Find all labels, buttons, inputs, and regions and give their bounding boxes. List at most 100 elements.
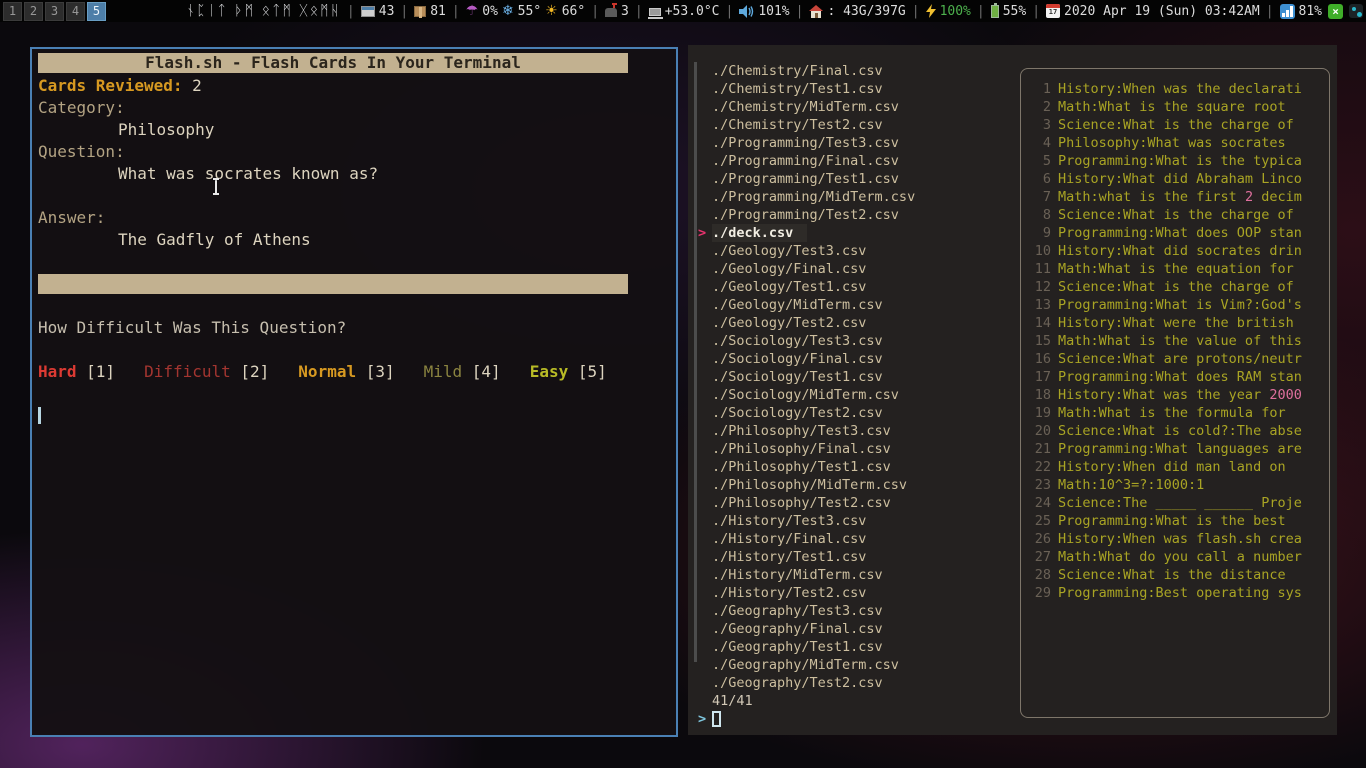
line-number: 24: [1029, 494, 1051, 512]
file-path: ./Chemistry/Final.csv: [712, 62, 883, 80]
preview-text: History:When was the declarati: [1058, 81, 1302, 97]
laptop-icon: [649, 8, 661, 16]
answer-value: The Gadfly of Athens: [38, 229, 666, 251]
preview-text: Programming:Best operating sys: [1058, 585, 1302, 601]
status-bar: 12345 ᚾᛈᛁᛏ ᚦᛗ ᛟᛏᛗ ᚷᛟᛗᚺ | 43 | 81 | ☂ 0% …: [0, 0, 1366, 22]
difficulty-key: [4]: [462, 362, 501, 381]
file-path: ./Chemistry/MidTerm.csv: [712, 98, 899, 116]
preview-line: 5Programming:What is the typica: [1029, 152, 1321, 170]
difficulty-label: Mild: [424, 362, 463, 381]
house-icon: [809, 5, 823, 18]
preview-text: History:What were the british: [1058, 315, 1294, 331]
separator: |: [635, 4, 643, 19]
file-path: ./History/MidTerm.csv: [712, 566, 883, 584]
input-line[interactable]: [38, 405, 666, 427]
file-path: ./Geography/Test3.csv: [712, 602, 883, 620]
preview-text: Programming:What does RAM stan: [1058, 369, 1302, 385]
line-number: 21: [1029, 440, 1051, 458]
power-segment: 100%: [926, 4, 971, 19]
pointer-icon: >: [688, 224, 712, 242]
volume-segment: 101%: [739, 4, 789, 19]
pointer-icon: [688, 296, 712, 314]
line-number: 18: [1029, 386, 1051, 404]
blank-line: [38, 185, 666, 207]
preview-text: History:What did Abraham Linco: [1058, 171, 1302, 187]
difficulty-prompt: How Difficult Was This Question?: [38, 317, 666, 339]
file-path: ./History/Final.csv: [712, 530, 866, 548]
prompt-icon: >: [688, 710, 712, 728]
workspace-tag-5[interactable]: 5: [87, 2, 106, 21]
pointer-icon: [688, 386, 712, 404]
difficulty-label: Hard: [38, 362, 77, 381]
separator: |: [591, 4, 599, 19]
list-scrollbar[interactable]: [694, 62, 697, 662]
separator: |: [1032, 4, 1040, 19]
file-path: ./deck.csv: [712, 224, 807, 242]
difficulty-label: Easy: [530, 362, 569, 381]
workspace-tag-2[interactable]: 2: [24, 2, 43, 21]
preview-text: Math:what is the first: [1058, 189, 1245, 205]
sun-icon: ☀: [545, 3, 558, 19]
preview-line: 26History:When was flash.sh crea: [1029, 530, 1321, 548]
datetime-value: 2020 Apr 19 (Sun) 03:42AM: [1064, 4, 1260, 19]
line-number: 12: [1029, 278, 1051, 296]
workspace-tag-1[interactable]: 1: [3, 2, 22, 21]
file-path: ./History/Test3.csv: [712, 512, 866, 530]
preview-text: Programming:What does OOP stan: [1058, 225, 1302, 241]
close-x-icon[interactable]: ×: [1328, 4, 1343, 19]
difficulty-options-row: Hard [1] Difficult [2] Normal [3] Mild [4] E…: [38, 361, 666, 383]
preview-text: Science:What is the charge of: [1058, 117, 1294, 133]
workspace-tag-4[interactable]: 4: [66, 2, 85, 21]
highlighted-number: 2000: [1269, 387, 1302, 403]
pointer-icon: [688, 476, 712, 494]
line-number: 7: [1029, 188, 1051, 206]
battery-segment: 55%: [991, 4, 1026, 19]
file-path: ./Sociology/Test3.csv: [712, 332, 883, 350]
file-path: ./Geology/Test2.csv: [712, 314, 866, 332]
molecule-tray-icon[interactable]: [1349, 4, 1363, 18]
preview-line: 11Math:What is the equation for: [1029, 260, 1321, 278]
weather-segment: ☂ 0% ❄ 55° ☀ 66°: [466, 3, 585, 19]
preview-text: Science:The _____ ______ Proje: [1058, 495, 1302, 511]
pointer-icon: [688, 170, 712, 188]
difficulty-option-easy[interactable]: Easy [5]: [530, 362, 607, 381]
packages-count: 81: [430, 4, 446, 19]
difficulty-option-normal[interactable]: Normal [3]: [298, 362, 394, 381]
desktop: 12345 ᚾᛈᛁᛏ ᚦᛗ ᛟᛏᛗ ᚷᛟᛗᚺ | 43 | 81 | ☂ 0% …: [0, 0, 1366, 768]
preview-line: 21Programming:What languages are: [1029, 440, 1321, 458]
preview-text: Science:What is cold?:The abse: [1058, 423, 1302, 439]
preview-text: Philosophy:What was socrates: [1058, 135, 1286, 151]
speaker-icon: [739, 5, 754, 18]
preview-text: Programming:What is the best: [1058, 513, 1286, 529]
pointer-icon: [688, 494, 712, 512]
power-value: 100%: [940, 4, 971, 19]
file-path: ./Programming/Test1.csv: [712, 170, 899, 188]
line-number: 4: [1029, 134, 1051, 152]
line-number: 2: [1029, 98, 1051, 116]
preview-line: 28Science:What is the distance: [1029, 566, 1321, 584]
preview-line: 27Math:What do you call a number: [1029, 548, 1321, 566]
file-path: ./Geography/Final.csv: [712, 620, 883, 638]
precipitation-value: 0%: [482, 4, 498, 19]
workspace-tag-3[interactable]: 3: [45, 2, 64, 21]
pointer-icon: [688, 458, 712, 476]
file-path: ./Sociology/Test1.csv: [712, 368, 883, 386]
preview-pane: 1History:When was the declarati2Math:Wha…: [1020, 68, 1330, 718]
preview-text: Math:What is the formula for: [1058, 405, 1286, 421]
difficulty-option-hard[interactable]: Hard [1]: [38, 362, 115, 381]
line-number: 22: [1029, 458, 1051, 476]
preview-line: 14History:What were the british: [1029, 314, 1321, 332]
pointer-icon: [688, 278, 712, 296]
question-label: Question:: [38, 141, 666, 163]
line-number: 20: [1029, 422, 1051, 440]
pointer-icon: [688, 638, 712, 656]
package-icon: [414, 6, 426, 17]
difficulty-option-difficult[interactable]: Difficult [2]: [144, 362, 269, 381]
line-number: 13: [1029, 296, 1051, 314]
file-path: ./Philosophy/Test2.csv: [712, 494, 891, 512]
volume-value: 101%: [758, 4, 789, 19]
difficulty-option-mild[interactable]: Mild [4]: [424, 362, 501, 381]
flash-title-bar: Flash.sh - Flash Cards In Your Terminal: [38, 53, 628, 73]
preview-text: Math:What do you call a number: [1058, 549, 1302, 565]
disk-segment: : 43G/397G: [809, 4, 905, 19]
